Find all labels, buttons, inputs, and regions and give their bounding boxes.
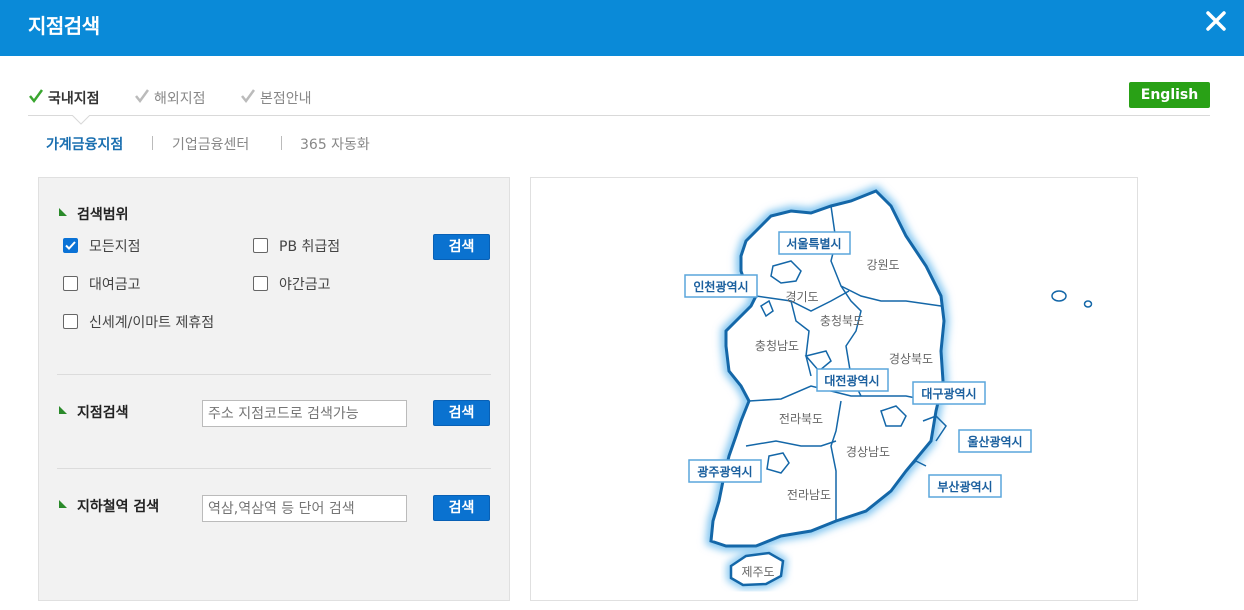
- city-daegu-label: 대구광역시: [921, 386, 976, 401]
- city-gwangju[interactable]: 광주광역시: [688, 459, 762, 483]
- subtab-separator: [281, 136, 282, 150]
- checkbox-label: 대여금고: [89, 277, 141, 293]
- checkbox-box[interactable]: [253, 276, 268, 291]
- checkmark-icon: [65, 241, 76, 250]
- city-daejeon[interactable]: 대전광역시: [816, 368, 889, 392]
- dialog-header: 지점검색: [0, 0, 1244, 56]
- checkbox-box[interactable]: [63, 314, 78, 329]
- region-jeju[interactable]: 제주도: [741, 565, 774, 579]
- city-busan-label: 부산광역시: [937, 479, 992, 494]
- city-seoul[interactable]: 서울특별시: [778, 231, 851, 255]
- scope-search-button[interactable]: 검색: [433, 234, 490, 260]
- region-gyeonggi[interactable]: 경기도: [785, 290, 818, 304]
- section-bullet-icon: [59, 500, 67, 508]
- subway-search-input[interactable]: [202, 495, 407, 522]
- region-gyeongnam[interactable]: 경상남도: [846, 445, 890, 459]
- region-chungbuk[interactable]: 충청북도: [820, 314, 864, 328]
- check-icon: [241, 89, 256, 104]
- checkbox-box[interactable]: [63, 238, 78, 253]
- city-busan[interactable]: 부산광역시: [928, 474, 1002, 498]
- checkbox-label: 모든지점: [89, 239, 141, 255]
- region-gyeongbuk[interactable]: 경상북도: [889, 352, 933, 366]
- subway-search-button[interactable]: 검색: [433, 495, 490, 521]
- checkbox-label: 신세계/이마트 제휴점: [89, 315, 215, 331]
- tab-domestic[interactable]: 국내지점: [28, 86, 112, 110]
- city-gwangju-label: 광주광역시: [697, 464, 752, 479]
- check-icon: [135, 89, 150, 104]
- city-ulsan-label: 울산광역시: [967, 434, 1022, 449]
- section-divider: [57, 468, 491, 469]
- tab-divider: [28, 115, 1210, 116]
- checkbox-label: 야간금고: [279, 277, 331, 293]
- city-seoul-label: 서울특별시: [786, 236, 841, 251]
- search-panel: 검색범위 모든지점 PB 취급점 검색 대여금고 야간금고 신세계/이마트 제휴…: [38, 177, 510, 601]
- checkbox-box[interactable]: [63, 276, 78, 291]
- region-gangwon[interactable]: 강원도: [866, 258, 899, 272]
- korea-map[interactable]: 강원도 경기도 충청북도 충청남도 경상북도 전라북도 경상남도 전라남도 제주…: [531, 178, 1137, 600]
- city-daegu[interactable]: 대구광역시: [912, 381, 986, 405]
- subway-search-title: 지하철역 검색: [77, 499, 160, 515]
- ulleungdo-island: [1051, 290, 1067, 302]
- subtab-atm[interactable]: 365 자동화: [300, 134, 370, 154]
- tab-domestic-label: 국내지점: [48, 91, 100, 107]
- region-chungnam[interactable]: 충청남도: [755, 339, 799, 353]
- subtab-corporate[interactable]: 기업금융센터: [172, 134, 249, 154]
- region-jeonbuk[interactable]: 전라북도: [779, 412, 823, 426]
- active-tab-caret: [72, 115, 90, 125]
- tab-headquarters-label: 본점안내: [260, 91, 312, 107]
- tab-overseas[interactable]: 해외지점: [134, 86, 218, 110]
- dialog-title: 지점검색: [28, 14, 100, 38]
- branch-search-input[interactable]: [202, 400, 407, 427]
- english-button[interactable]: English: [1129, 82, 1210, 108]
- check-icon: [29, 89, 44, 104]
- checkbox-box[interactable]: [253, 238, 268, 253]
- section-bullet-icon: [59, 406, 67, 414]
- city-ulsan[interactable]: 울산광역시: [958, 429, 1032, 453]
- dokdo-island: [1083, 300, 1093, 308]
- branch-search-title: 지점검색: [77, 405, 129, 421]
- tab-overseas-label: 해외지점: [154, 91, 206, 107]
- city-incheon[interactable]: 인천광역시: [684, 274, 758, 298]
- region-jeonnam[interactable]: 전라남도: [787, 488, 831, 502]
- section-divider: [57, 374, 491, 375]
- branch-search-button[interactable]: 검색: [433, 400, 490, 426]
- korea-map-panel: 강원도 경기도 충청북도 충청남도 경상북도 전라북도 경상남도 전라남도 제주…: [530, 177, 1138, 601]
- section-bullet-icon: [59, 208, 67, 216]
- subtab-personal[interactable]: 가계금융지점: [46, 134, 123, 154]
- subtab-separator: [152, 136, 153, 150]
- search-scope-title: 검색범위: [77, 207, 129, 223]
- city-incheon-label: 인천광역시: [693, 279, 748, 294]
- checkbox-label: PB 취급점: [279, 239, 341, 255]
- close-icon[interactable]: [1204, 9, 1228, 33]
- tab-headquarters[interactable]: 본점안내: [240, 86, 324, 110]
- city-daejeon-label: 대전광역시: [824, 373, 879, 388]
